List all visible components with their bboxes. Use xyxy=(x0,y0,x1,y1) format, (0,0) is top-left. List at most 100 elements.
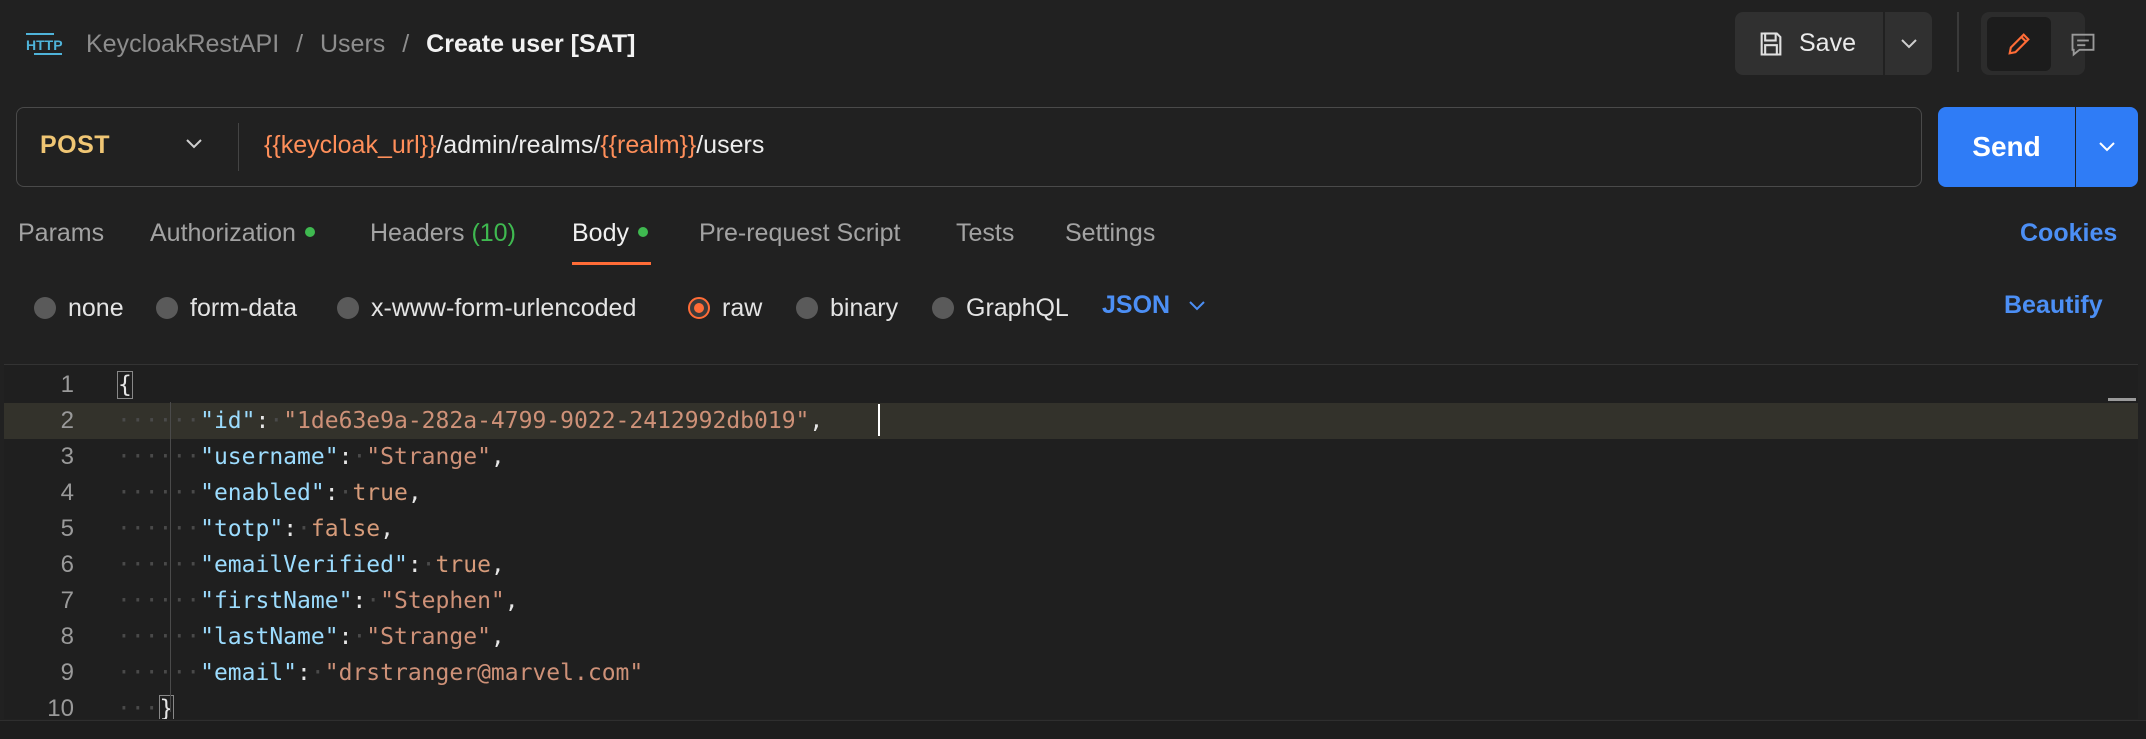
tab-params[interactable]: Params xyxy=(18,219,104,248)
indent-whitespace: ······ xyxy=(117,516,201,542)
json-value: true xyxy=(435,552,491,578)
radio-label: none xyxy=(68,293,124,322)
tab-pre-request-script[interactable]: Pre-request Script xyxy=(699,219,900,248)
indent-whitespace: ··· xyxy=(117,696,159,719)
line-number: 10 xyxy=(47,695,74,719)
code-line[interactable]: 6 ······"emailVerified":·true, xyxy=(4,547,2138,583)
radio-label: GraphQL xyxy=(966,293,1069,322)
tab-settings[interactable]: Settings xyxy=(1065,219,1155,248)
json-key: "emailVerified" xyxy=(200,552,408,578)
toolbar-divider xyxy=(1957,12,1959,72)
body-type-none[interactable]: none xyxy=(34,291,124,325)
space-marker: · xyxy=(269,408,284,434)
code-text: ······"enabled":·true, xyxy=(117,475,422,511)
tab-headers[interactable]: Headers (10) xyxy=(370,219,516,248)
save-label: Save xyxy=(1799,29,1856,57)
body-type-graphql[interactable]: GraphQL xyxy=(932,291,1069,325)
line-number: 3 xyxy=(60,443,74,470)
radio-button[interactable] xyxy=(337,297,359,319)
save-button[interactable]: Save xyxy=(1735,12,1883,75)
method-select[interactable]: POST xyxy=(40,131,110,160)
save-options-button[interactable] xyxy=(1885,12,1932,75)
code-text: ······"emailVerified":·true, xyxy=(117,547,505,583)
space-marker: · xyxy=(352,624,367,650)
body-type-binary[interactable]: binary xyxy=(796,291,898,325)
url-input[interactable]: {{keycloak_url}}/admin/realms/{{realm}}/… xyxy=(264,131,764,160)
code-text: ······"id":·"1de63e9a-282a-4799-9022-241… xyxy=(117,403,823,439)
code-text: ······"username":·"Strange", xyxy=(117,439,505,475)
tab-label: Headers xyxy=(370,219,465,247)
line-number: 5 xyxy=(60,515,74,542)
line-number: 1 xyxy=(60,371,74,398)
line-number: 8 xyxy=(60,623,74,650)
send-button[interactable]: Send xyxy=(1938,107,2075,187)
chevron-down-icon xyxy=(1189,300,1205,310)
tab-body[interactable]: Body xyxy=(572,219,648,248)
indent-whitespace: ······ xyxy=(117,588,201,614)
code-line[interactable]: 9 ······"email":·"drstranger@marvel.com" xyxy=(4,655,2138,691)
radio-button[interactable] xyxy=(34,297,56,319)
send-options-button[interactable] xyxy=(2076,107,2138,187)
code-line[interactable]: 3 ······"username":·"Strange", xyxy=(4,439,2138,475)
line-number: 6 xyxy=(60,551,74,578)
text-cursor xyxy=(878,404,880,436)
comments-button[interactable] xyxy=(2055,17,2111,71)
radio-label: form-data xyxy=(190,293,297,322)
json-key: "lastName" xyxy=(200,624,339,650)
url-segment: /admin/realms/ xyxy=(436,131,601,159)
tab-authorization[interactable]: Authorization xyxy=(150,219,315,248)
json-value: "drstranger@marvel.com" xyxy=(324,660,644,686)
code-line[interactable]: 8 ······"lastName":·"Strange", xyxy=(4,619,2138,655)
radio-button-selected[interactable] xyxy=(688,297,710,319)
edit-mode-button[interactable] xyxy=(1987,17,2051,71)
code-line[interactable]: 10 ···} xyxy=(4,691,2138,719)
code-line[interactable]: 2 ······"id":·"1de63e9a-282a-4799-9022-24… xyxy=(4,403,2138,439)
json-comma: , xyxy=(380,516,395,542)
radio-button[interactable] xyxy=(156,297,178,319)
code-text: ···} xyxy=(117,691,175,719)
format-select[interactable]: JSON xyxy=(1102,291,1206,320)
line-number: 2 xyxy=(60,407,74,434)
json-colon: : xyxy=(255,408,270,434)
code-line[interactable]: 1{ xyxy=(4,367,2138,403)
radio-button[interactable] xyxy=(932,297,954,319)
indent-whitespace: ······ xyxy=(117,444,201,470)
body-type-form-data[interactable]: form-data xyxy=(156,291,297,325)
space-marker: · xyxy=(352,444,367,470)
code-editor[interactable]: 1{ 2 ······"id":·"1de63e9a-282a-4799-9022-… xyxy=(4,364,2138,719)
active-tab-indicator xyxy=(572,262,651,265)
radio-button[interactable] xyxy=(796,297,818,319)
url-segment: /users xyxy=(696,131,765,159)
breadcrumb-folder[interactable]: Users xyxy=(320,30,385,58)
breadcrumb-collection[interactable]: KeycloakRestAPI xyxy=(86,30,279,58)
http-icon: HTTP xyxy=(26,33,63,55)
code-text: ······"email":·"drstranger@marvel.com" xyxy=(117,655,643,691)
url-variable: {{keycloak_url}} xyxy=(264,131,437,159)
status-dot xyxy=(304,227,315,238)
scrollbar-marker[interactable] xyxy=(2108,398,2136,401)
json-value: "Stephen" xyxy=(380,588,505,614)
code-line[interactable]: 4 ······"enabled":·true, xyxy=(4,475,2138,511)
body-type-raw[interactable]: raw xyxy=(688,291,762,325)
json-colon: : xyxy=(338,444,353,470)
json-value: "Strange" xyxy=(366,444,491,470)
body-type-urlencoded[interactable]: x-www-form-urlencoded xyxy=(337,291,636,325)
breadcrumb-separator: / xyxy=(296,30,304,58)
json-value: true xyxy=(352,480,408,506)
cookies-link[interactable]: Cookies xyxy=(2020,219,2117,248)
json-key: "totp" xyxy=(200,516,284,542)
code-text: ······"firstName":·"Stephen", xyxy=(117,583,519,619)
indent-whitespace: ······ xyxy=(117,660,201,686)
beautify-button[interactable]: Beautify xyxy=(2004,291,2103,320)
page-title[interactable]: Create user [SAT] xyxy=(426,30,635,58)
tab-tests[interactable]: Tests xyxy=(956,219,1014,248)
json-value: false xyxy=(310,516,381,542)
chevron-down-icon[interactable] xyxy=(184,137,204,151)
line-number: 9 xyxy=(60,659,74,686)
code-line[interactable]: 5 ······"totp":·false, xyxy=(4,511,2138,547)
json-value: "1de63e9a-282a-4799-9022-2412992db019" xyxy=(283,408,810,434)
indent-whitespace: ······ xyxy=(117,552,201,578)
tab-label: Settings xyxy=(1065,219,1156,247)
json-colon: : xyxy=(407,552,422,578)
code-line[interactable]: 7 ······"firstName":·"Stephen", xyxy=(4,583,2138,619)
